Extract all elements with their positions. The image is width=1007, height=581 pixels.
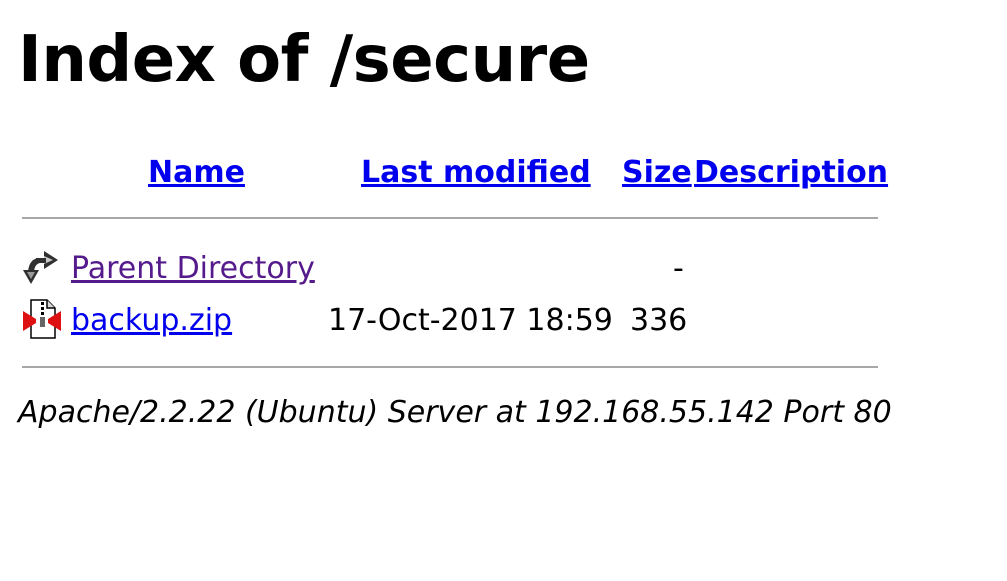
bottom-divider [22,366,878,368]
backup-zip-last-modified: 17-Oct-2017 18:59 [328,303,613,338]
back-arrow-icon [22,248,62,288]
server-signature: Apache/2.2.22 (Ubuntu) Server at 192.168… [18,395,892,430]
sort-by-size-link[interactable]: Size [622,154,692,192]
page-title: Index of /secure [18,23,590,97]
compressed-file-icon [22,299,62,339]
sort-by-description-link[interactable]: Description [694,154,888,192]
sort-by-last-modified-link[interactable]: Last modified [361,154,591,192]
backup-zip-link[interactable]: backup.zip [71,302,232,340]
top-divider [22,217,878,219]
parent-directory-size: - [673,251,684,286]
backup-zip-size: 336 [630,303,688,338]
sort-by-name-link[interactable]: Name [148,154,245,192]
parent-directory-link[interactable]: Parent Directory [71,250,315,288]
